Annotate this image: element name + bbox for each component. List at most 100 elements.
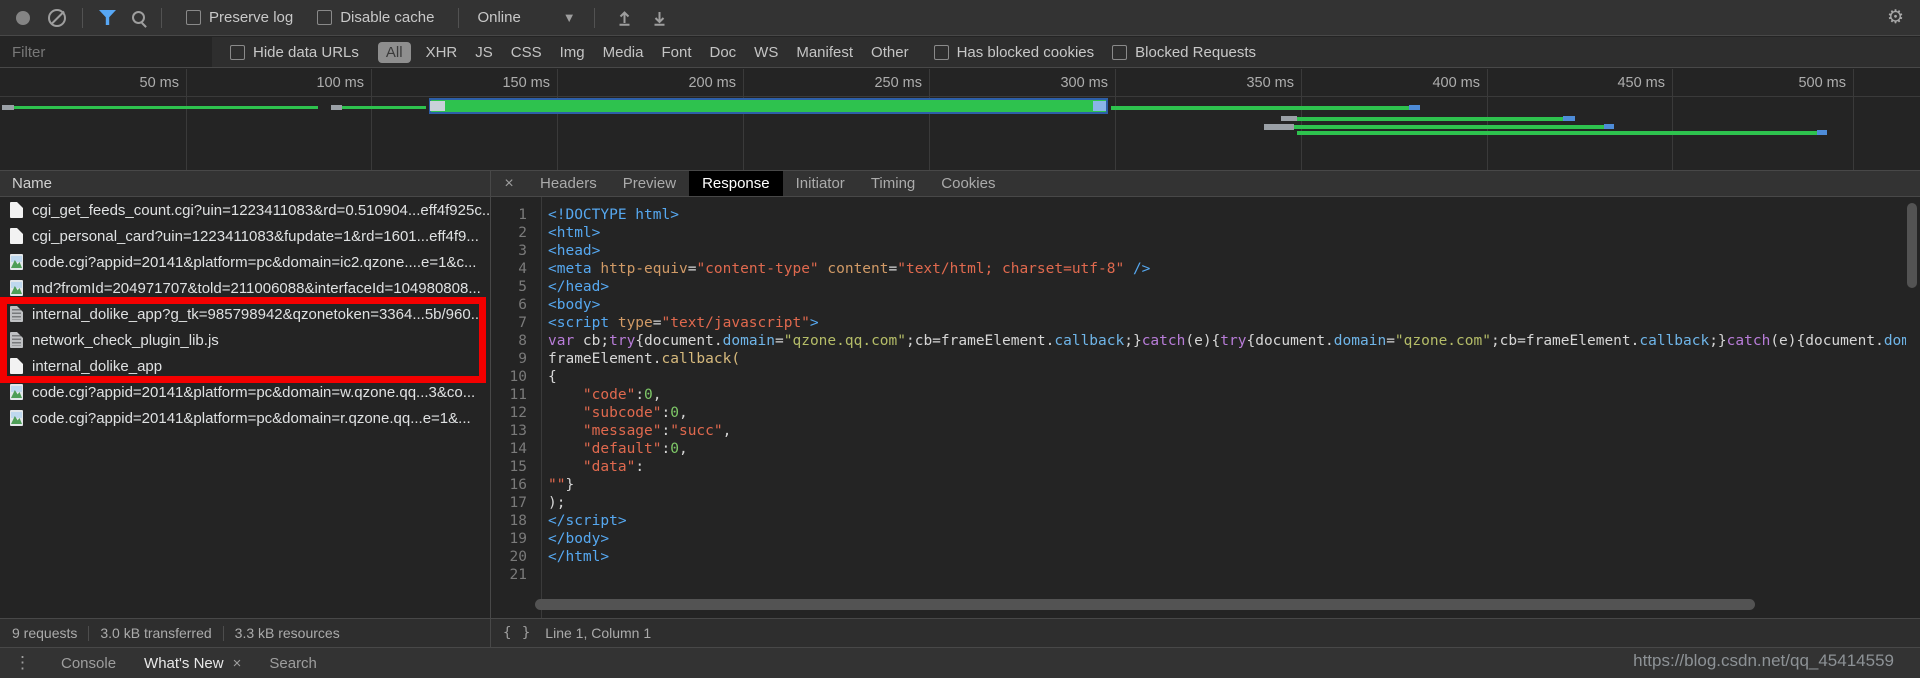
filter-funnel-icon[interactable]: [99, 10, 116, 25]
filter-type-js[interactable]: JS: [475, 44, 493, 61]
code-token: "data": [583, 459, 635, 475]
code-token: [548, 405, 583, 421]
horizontal-scrollbar[interactable]: [535, 599, 1755, 610]
script-file-icon: [10, 332, 23, 348]
throttling-select[interactable]: Online ▼: [477, 9, 575, 26]
request-name: code.cgi?appid=20141&platform=pc&domain=…: [32, 254, 476, 271]
record-button[interactable]: [16, 11, 30, 25]
code-token: ;cb=frameElement.: [1491, 333, 1639, 349]
status-separator: [223, 626, 224, 641]
request-row[interactable]: cgi_get_feeds_count.cgi?uin=1223411083&r…: [0, 197, 490, 223]
code-token: <!DOCTYPE html>: [548, 207, 679, 223]
code-token: [548, 387, 583, 403]
filter-type-img[interactable]: Img: [560, 44, 585, 61]
timeline-tick-label: 350 ms: [1246, 75, 1294, 91]
code-token: ,: [653, 387, 662, 403]
tab-response[interactable]: Response: [689, 171, 783, 196]
drawer-tab-what-s-new[interactable]: What's New×: [144, 655, 241, 672]
code-line: "default":0,: [548, 440, 1906, 458]
request-name: cgi_personal_card?uin=1223411083&fupdate…: [32, 228, 479, 245]
code-token: domain: [1334, 333, 1386, 349]
timeline-gridline: [186, 69, 187, 170]
filter-input[interactable]: Filter: [0, 37, 212, 67]
response-code: <!DOCTYPE html><html><head><meta http-eq…: [548, 206, 1906, 584]
filter-type-other[interactable]: Other: [871, 44, 909, 61]
import-har-button[interactable]: [617, 10, 632, 26]
search-icon[interactable]: [132, 11, 145, 24]
tab-timing[interactable]: Timing: [858, 171, 928, 196]
request-row[interactable]: network_check_plugin_lib.js: [0, 327, 490, 353]
img-file-icon: [10, 254, 23, 270]
line-number: 15: [491, 458, 535, 476]
filter-type-ws[interactable]: WS: [754, 44, 778, 61]
code-token: </html>: [548, 549, 609, 565]
close-detail-icon[interactable]: ×: [491, 171, 527, 196]
tab-preview[interactable]: Preview: [610, 171, 689, 196]
code-token: :: [662, 423, 671, 439]
clear-requests-icon[interactable]: [48, 9, 66, 27]
hide-data-urls-checkbox[interactable]: Hide data URLs: [230, 44, 359, 61]
line-number: 18: [491, 512, 535, 530]
code-line: </script>: [548, 512, 1906, 530]
code-line: </html>: [548, 548, 1906, 566]
timeline-tick-label: 100 ms: [316, 75, 364, 91]
disable-cache-checkbox[interactable]: Disable cache: [317, 9, 434, 26]
summary-item: 3.3 kB resources: [235, 625, 340, 641]
request-row[interactable]: code.cgi?appid=20141&platform=pc&domain=…: [0, 405, 490, 431]
timeline-overview[interactable]: 50 ms100 ms150 ms200 ms250 ms300 ms350 m…: [0, 69, 1920, 171]
tab-initiator[interactable]: Initiator: [783, 171, 858, 196]
request-name: code.cgi?appid=20141&platform=pc&domain=…: [32, 384, 475, 401]
waterfall-bar: [1297, 117, 1563, 121]
pretty-print-icon[interactable]: { }: [503, 625, 531, 641]
tab-cookies[interactable]: Cookies: [928, 171, 1008, 196]
gutter-divider: [541, 197, 542, 618]
filter-type-media[interactable]: Media: [603, 44, 644, 61]
drawer-tab-search[interactable]: Search: [269, 655, 317, 672]
code-token: {document.: [635, 333, 722, 349]
code-token: try: [609, 333, 635, 349]
filter-type-manifest[interactable]: Manifest: [796, 44, 853, 61]
code-line: "subcode":0,: [548, 404, 1906, 422]
code-token: try: [1220, 333, 1246, 349]
filter-type-doc[interactable]: Doc: [709, 44, 736, 61]
vertical-scrollbar[interactable]: [1907, 203, 1917, 288]
request-row[interactable]: code.cgi?appid=20141&platform=pc&domain=…: [0, 249, 490, 275]
drawer-tab-console[interactable]: Console: [61, 655, 116, 672]
code-line: <!DOCTYPE html>: [548, 206, 1906, 224]
request-row[interactable]: internal_dolike_app?g_tk=985798942&qzone…: [0, 301, 490, 327]
tab-headers[interactable]: Headers: [527, 171, 610, 196]
filter-type-xhr[interactable]: XHR: [426, 44, 458, 61]
blocked-requests-label: Blocked Requests: [1135, 44, 1256, 61]
filter-type-css[interactable]: CSS: [511, 44, 542, 61]
request-row[interactable]: cgi_personal_card?uin=1223411083&fupdate…: [0, 223, 490, 249]
code-token: (e){document.: [1770, 333, 1884, 349]
request-row[interactable]: md?fromId=204971707&told=211006088&inter…: [0, 275, 490, 301]
summary-item: 3.0 kB transferred: [100, 625, 211, 641]
code-token: "code": [583, 387, 635, 403]
waterfall-bar: [1281, 116, 1297, 121]
preserve-log-checkbox[interactable]: Preserve log: [186, 9, 293, 26]
name-column-header[interactable]: Name: [0, 171, 490, 197]
timeline-tick-label: 400 ms: [1432, 75, 1480, 91]
cursor-position: Line 1, Column 1: [545, 625, 651, 641]
settings-gear-icon[interactable]: ⚙: [1887, 6, 1904, 29]
request-name: internal_dolike_app: [32, 358, 162, 375]
request-row[interactable]: internal_dolike_app: [0, 353, 490, 379]
drawer-tab-label: Search: [269, 655, 317, 672]
checkbox-icon: [1112, 45, 1127, 60]
export-har-button[interactable]: [652, 10, 667, 26]
code-token: callback: [662, 351, 732, 367]
filter-type-all[interactable]: All: [378, 42, 411, 63]
timeline-tick-label: 500 ms: [1798, 75, 1846, 91]
code-token: =: [1386, 333, 1395, 349]
request-row[interactable]: code.cgi?appid=20141&platform=pc&domain=…: [0, 379, 490, 405]
code-token: "qzone.qq.com": [784, 333, 906, 349]
more-options-icon[interactable]: ⋮: [14, 653, 31, 673]
code-line: {: [548, 368, 1906, 386]
has-blocked-cookies-checkbox[interactable]: Has blocked cookies: [934, 44, 1095, 61]
filter-type-font[interactable]: Font: [661, 44, 691, 61]
close-drawer-tab-icon[interactable]: ×: [233, 655, 242, 672]
code-token: [548, 423, 583, 439]
code-token: }: [565, 477, 574, 493]
blocked-requests-checkbox[interactable]: Blocked Requests: [1112, 44, 1256, 61]
